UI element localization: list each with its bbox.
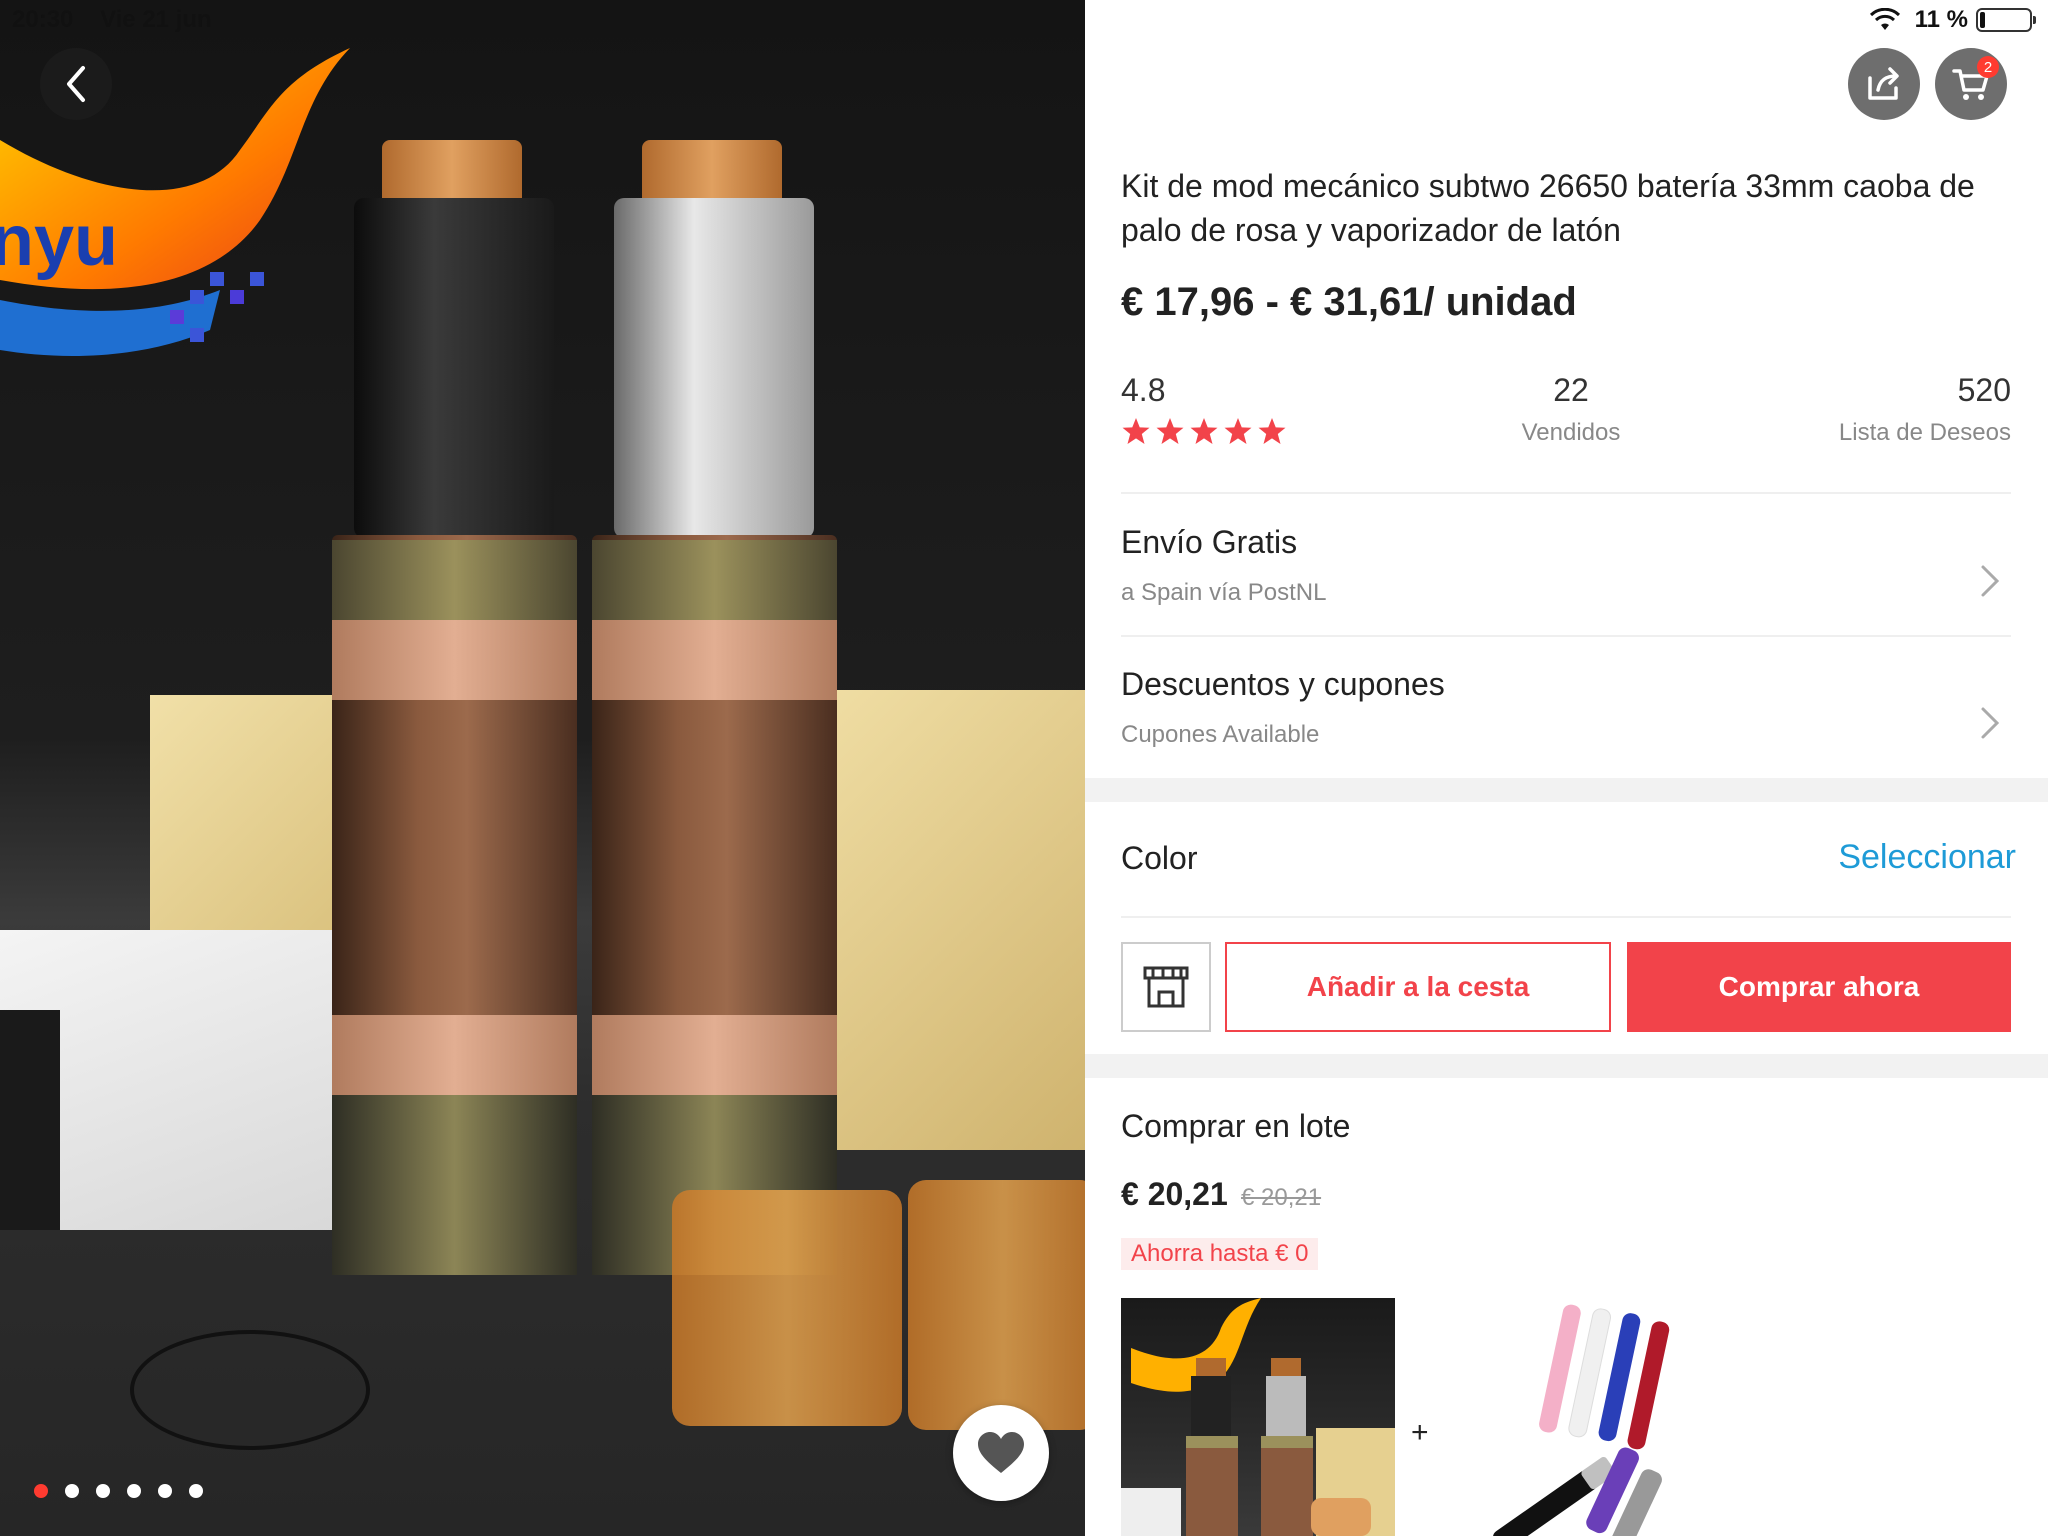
rating-block: 4.8 bbox=[1121, 372, 1291, 445]
product-gallery[interactable]: nyu bbox=[0, 0, 1085, 1536]
divider bbox=[1121, 635, 2011, 637]
gallery-dot[interactable] bbox=[158, 1484, 172, 1498]
rating-value: 4.8 bbox=[1121, 372, 1166, 408]
product-box-right bbox=[820, 690, 1085, 1150]
mod-right bbox=[592, 140, 837, 1280]
star-icon bbox=[1224, 418, 1252, 444]
heart-icon bbox=[978, 1432, 1024, 1473]
gallery-dot[interactable] bbox=[65, 1484, 79, 1498]
bundle-title: Comprar en lote bbox=[1121, 1108, 1351, 1144]
buy-now-button[interactable]: Comprar ahora bbox=[1627, 942, 2011, 1032]
gallery-dot[interactable] bbox=[127, 1484, 141, 1498]
cart-count-badge: 2 bbox=[1977, 56, 1999, 78]
store-icon bbox=[1143, 966, 1189, 1008]
status-left: 20:30 Vie 21 jun bbox=[12, 6, 232, 34]
bundle-product-image-2[interactable] bbox=[1441, 1298, 1711, 1536]
chevron-left-icon bbox=[67, 66, 85, 102]
bundle-old-price: € 20,21 bbox=[1241, 1184, 1322, 1211]
mod-left bbox=[332, 140, 577, 1280]
divider bbox=[1121, 916, 2011, 918]
chevron-right-icon bbox=[1981, 707, 2000, 739]
bundle-mod-thumbnail bbox=[1121, 1298, 1395, 1536]
coupons-title: Descuentos y cupones bbox=[1121, 666, 1445, 702]
divider bbox=[1121, 492, 2011, 494]
gallery-dot[interactable] bbox=[189, 1484, 203, 1498]
chevron-right-icon bbox=[1981, 565, 2000, 597]
star-icon bbox=[1156, 418, 1184, 444]
wishlist-block: 520 Lista de Deseos bbox=[1839, 372, 2011, 447]
shipping-subtitle: a Spain vía PostNL bbox=[1121, 579, 1327, 606]
coil-wire bbox=[130, 1330, 370, 1450]
product-details-panel: 2 Kit de mod mecánico subtwo 26650 bater… bbox=[1085, 0, 2048, 1536]
bundle-savings-badge: Ahorra hasta € 0 bbox=[1121, 1238, 1319, 1270]
star-icon bbox=[1190, 418, 1218, 444]
coupons-subtitle: Cupones Available bbox=[1121, 721, 1320, 748]
bundle-product-image-1[interactable] bbox=[1121, 1298, 1395, 1536]
shipping-row[interactable]: Envío Gratis a Spain vía PostNL bbox=[1121, 524, 2011, 634]
status-right: 11 % bbox=[1869, 6, 2036, 34]
glass-tube-2 bbox=[908, 1180, 1085, 1430]
battery-icon bbox=[1976, 8, 2036, 32]
vaporizer-pens-thumbnail bbox=[1492, 1304, 1670, 1536]
color-label: Color bbox=[1121, 840, 1198, 876]
section-gap bbox=[1085, 1054, 2048, 1078]
gallery-dot[interactable] bbox=[34, 1484, 48, 1498]
bundle-price: € 20,21 bbox=[1121, 1176, 1228, 1212]
status-date: Vie 21 jun bbox=[100, 6, 212, 33]
shipping-title: Envío Gratis bbox=[1121, 524, 1298, 560]
product-price: € 17,96 - € 31,61/ unidad bbox=[1121, 280, 1577, 324]
add-to-cart-button[interactable]: Añadir a la cesta bbox=[1225, 942, 1611, 1032]
battery-percent: 11 % bbox=[1914, 6, 1968, 33]
cart-button[interactable]: 2 bbox=[1935, 48, 2007, 120]
share-icon bbox=[1868, 67, 1899, 100]
sold-count: 22 bbox=[1553, 372, 1589, 408]
star-rating bbox=[1121, 417, 1291, 445]
favorite-button[interactable] bbox=[953, 1405, 1049, 1501]
store-button[interactable] bbox=[1121, 942, 1211, 1032]
wifi-icon bbox=[1869, 8, 1900, 30]
logo-text: nyu bbox=[0, 201, 118, 281]
white-box bbox=[0, 930, 350, 1230]
gallery-dot[interactable] bbox=[96, 1484, 110, 1498]
product-box-left bbox=[150, 695, 350, 955]
status-bar: 20:30 Vie 21 jun 11 % bbox=[0, 0, 2048, 40]
product-title: Kit de mod mecánico subtwo 26650 batería… bbox=[1121, 168, 1975, 248]
sold-label: Vendidos bbox=[1521, 419, 1621, 446]
wishlist-label: Lista de Deseos bbox=[1838, 419, 2011, 446]
coupons-row[interactable]: Descuentos y cupones Cupones Available bbox=[1121, 666, 2011, 776]
section-gap bbox=[1085, 778, 2048, 802]
product-stats: 4.8 22 Vendidos 520 Lista de Deseos bbox=[1121, 372, 2011, 472]
back-button[interactable] bbox=[40, 48, 112, 120]
glass-tube-1 bbox=[672, 1190, 902, 1426]
star-icon bbox=[1122, 418, 1150, 444]
color-select-link[interactable]: Seleccionar bbox=[1838, 838, 2016, 877]
sold-block: 22 Vendidos bbox=[1511, 372, 1631, 447]
gallery-pagination[interactable] bbox=[34, 1484, 203, 1498]
status-time: 20:30 bbox=[12, 6, 74, 33]
battery-fill bbox=[1980, 12, 1985, 28]
bundle-plus-sign: + bbox=[1411, 1416, 1429, 1449]
share-button[interactable] bbox=[1848, 48, 1920, 120]
wishlist-count: 520 bbox=[1957, 372, 2011, 408]
star-icon bbox=[1258, 418, 1286, 444]
